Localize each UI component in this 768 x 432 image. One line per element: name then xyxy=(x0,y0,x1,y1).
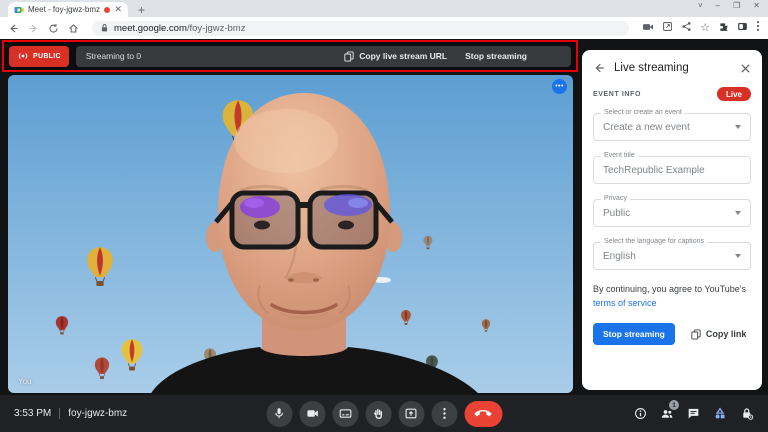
chevron-down-icon xyxy=(735,125,741,129)
url-bar[interactable]: meet.google.com/foy-jgwz-bmz xyxy=(92,20,630,36)
browser-menu-icon[interactable] xyxy=(756,19,760,37)
window-minimize-icon[interactable]: – xyxy=(716,2,720,10)
privacy-field[interactable]: Privacy Public xyxy=(593,195,751,227)
video-more-options-button[interactable]: ••• xyxy=(552,79,567,94)
window-restore-down-icon[interactable]: ˅ xyxy=(698,2,703,10)
meet-favicon-icon xyxy=(14,6,24,13)
meeting-details-button[interactable] xyxy=(634,407,647,420)
copy-live-stream-url-button[interactable]: Copy live stream URL xyxy=(344,50,447,62)
window-maximize-icon[interactable]: ❒ xyxy=(733,2,740,10)
clock-time: 3:53 PM xyxy=(14,408,52,419)
recording-dot-icon xyxy=(104,6,111,13)
close-icon[interactable] xyxy=(740,63,751,74)
copy-icon xyxy=(344,50,354,62)
live-streaming-panel: Live streaming EVENT INFO Live Select or… xyxy=(582,50,762,390)
end-call-icon xyxy=(474,409,492,417)
chat-icon xyxy=(688,408,699,419)
lock-icon xyxy=(101,24,108,32)
present-screen-button[interactable] xyxy=(398,400,424,427)
edit-in-window-icon[interactable] xyxy=(662,19,673,37)
copy-icon xyxy=(691,328,701,340)
balloon xyxy=(481,319,491,333)
panel-title: Live streaming xyxy=(614,62,689,74)
self-video-tile: You ••• xyxy=(8,75,573,393)
forward-icon[interactable] xyxy=(28,23,39,34)
event-title-field[interactable]: Event title TechRepublic Example xyxy=(593,152,751,184)
balloon xyxy=(86,246,114,287)
url-text: meet.google.com/foy-jgwz-bmz xyxy=(114,22,246,34)
activities-icon xyxy=(715,407,725,419)
more-options-button[interactable] xyxy=(431,400,457,427)
camera-button[interactable] xyxy=(299,400,325,427)
bookmark-star-icon[interactable]: ☆ xyxy=(700,22,710,34)
browser-toolbar: meet.google.com/foy-jgwz-bmz ☆ xyxy=(0,17,768,39)
microphone-button[interactable] xyxy=(266,400,292,427)
balloon xyxy=(94,357,110,380)
divider xyxy=(59,408,61,419)
tab-close-icon[interactable]: ✕ xyxy=(114,5,122,14)
captions-button[interactable] xyxy=(332,400,358,427)
annotation-highlight: PUBLIC Streaming to 0 Copy live stream U… xyxy=(2,40,578,72)
host-controls-lock-icon xyxy=(743,408,754,420)
event-info-label: EVENT INFO xyxy=(593,90,642,98)
event-select-field[interactable]: Select or create an event Create a new e… xyxy=(593,109,751,141)
microphone-icon xyxy=(275,408,283,419)
activities-button[interactable] xyxy=(713,407,727,420)
stream-banner: Streaming to 0 Copy live stream URL Stop… xyxy=(75,45,571,67)
share-icon[interactable] xyxy=(681,19,692,37)
live-badge: Live xyxy=(716,87,751,101)
video-feed xyxy=(55,93,491,393)
participants-button[interactable]: 1 xyxy=(660,400,679,420)
balloon xyxy=(423,235,433,250)
captions-language-field[interactable]: Select the language for captions English xyxy=(593,238,751,270)
back-icon[interactable] xyxy=(593,62,605,74)
tab-title: Meet - foy-jgwz-bmz xyxy=(28,5,101,14)
chevron-down-icon xyxy=(735,254,741,258)
stop-streaming-banner-button[interactable]: Stop streaming xyxy=(465,51,527,61)
copy-link-button[interactable]: Copy link xyxy=(691,328,746,340)
public-status-badge: PUBLIC xyxy=(9,45,69,67)
participants-count-badge: 1 xyxy=(669,400,679,410)
balloon xyxy=(400,309,412,326)
camera-in-use-icon[interactable] xyxy=(642,19,654,37)
terms-of-service-link[interactable]: terms of service xyxy=(593,298,657,308)
chevron-down-icon xyxy=(735,211,741,215)
leave-call-button[interactable] xyxy=(464,400,502,427)
extensions-icon[interactable] xyxy=(718,19,729,37)
chat-button[interactable] xyxy=(687,407,700,420)
balloon xyxy=(121,338,143,372)
broadcast-icon xyxy=(18,53,28,59)
browser-tab[interactable]: Meet - foy-jgwz-bmz ✕ xyxy=(8,2,128,17)
browser-window: Meet - foy-jgwz-bmz ✕ + ˅ – ❒ ✕ meet.goo… xyxy=(0,0,768,432)
window-close-icon[interactable]: ✕ xyxy=(753,2,760,10)
captions-icon xyxy=(339,409,351,418)
you-label: You xyxy=(18,377,32,386)
host-controls-button[interactable] xyxy=(740,407,754,420)
raise-hand-icon xyxy=(373,408,383,420)
balloon xyxy=(55,315,69,335)
info-icon xyxy=(635,408,646,419)
side-panel-icon[interactable] xyxy=(737,19,748,37)
stop-streaming-button[interactable]: Stop streaming xyxy=(593,323,675,345)
terms-text: By continuing, you agree to YouTube's te… xyxy=(593,284,746,308)
more-options-icon xyxy=(442,408,446,419)
camera-icon xyxy=(306,410,318,417)
stream-status: Streaming to 0 xyxy=(85,51,142,61)
new-tab-button[interactable]: + xyxy=(138,4,145,16)
meet-page: PUBLIC Streaming to 0 Copy live stream U… xyxy=(0,39,768,432)
home-icon[interactable] xyxy=(68,23,79,34)
raise-hand-button[interactable] xyxy=(365,400,391,427)
back-icon[interactable] xyxy=(8,23,19,34)
public-label: PUBLIC xyxy=(33,52,61,60)
meeting-bottom-bar: 3:53 PM foy-jgwz-bmz 1 xyxy=(0,395,768,432)
present-screen-icon xyxy=(405,408,417,419)
tab-strip: Meet - foy-jgwz-bmz ✕ + ˅ – ❒ ✕ xyxy=(0,0,768,17)
meeting-code: foy-jgwz-bmz xyxy=(68,408,128,419)
reload-icon[interactable] xyxy=(48,23,59,34)
